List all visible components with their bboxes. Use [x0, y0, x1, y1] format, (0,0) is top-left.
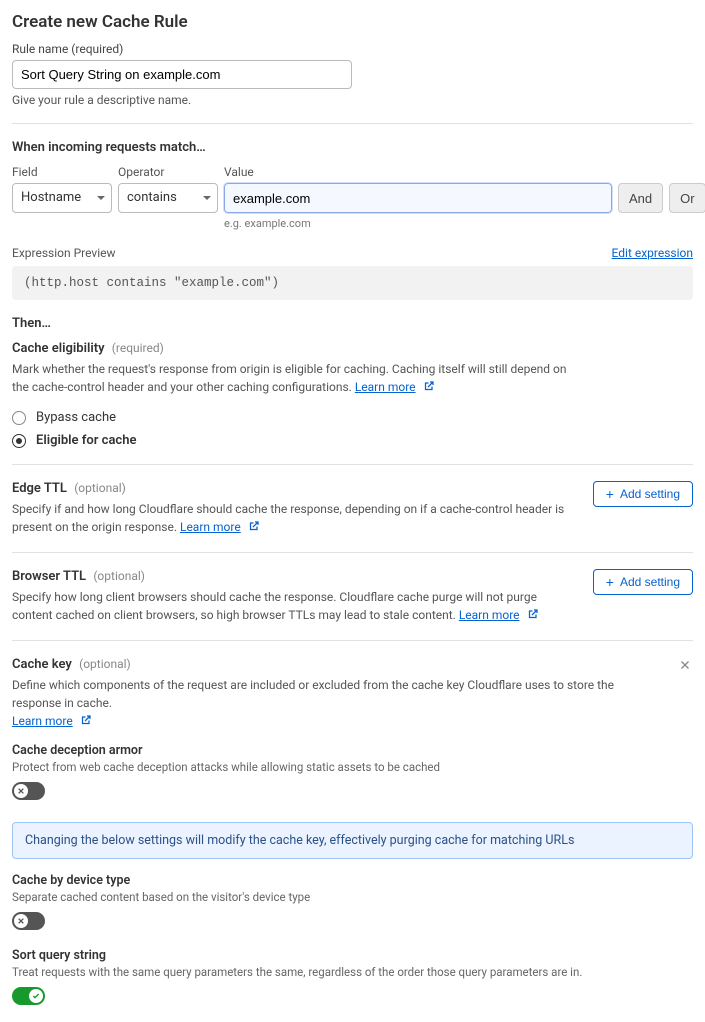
rule-name-label: Rule name (required): [12, 42, 693, 56]
edge-ttl-optional: (optional): [74, 481, 126, 495]
cache-key-desc: Define which components of the request a…: [12, 678, 614, 710]
value-input[interactable]: [224, 183, 612, 213]
operator-select-value: contains: [127, 190, 177, 205]
sort-query-string-title: Sort query string: [12, 948, 693, 963]
external-link-icon: [423, 379, 435, 391]
cache-by-device-title: Cache by device type: [12, 873, 693, 888]
cache-by-device-toggle[interactable]: [12, 912, 45, 930]
edge-ttl-learn-more-link[interactable]: Learn more: [180, 520, 241, 534]
rule-name-input[interactable]: [12, 60, 352, 89]
rule-name-helper: Give your rule a descriptive name.: [12, 93, 693, 107]
add-setting-label: Add setting: [620, 575, 680, 589]
field-select-value: Hostname: [21, 190, 81, 205]
cache-eligibility-learn-more-link[interactable]: Learn more: [355, 380, 416, 394]
bypass-cache-label: Bypass cache: [36, 410, 116, 425]
or-button[interactable]: Or: [669, 183, 705, 213]
browser-ttl-title: Browser TTL: [12, 569, 86, 584]
edge-ttl-desc: Specify if and how long Cloudflare shoul…: [12, 502, 564, 534]
cache-key-title: Cache key: [12, 657, 72, 672]
cache-key-optional: (optional): [79, 657, 131, 671]
cache-key-learn-more-link[interactable]: Learn more: [12, 714, 73, 728]
separator: [12, 464, 693, 465]
edit-expression-link[interactable]: Edit expression: [612, 246, 693, 260]
add-setting-label: Add setting: [620, 487, 680, 501]
expression-preview-label: Expression Preview: [12, 246, 116, 260]
toggle-knob: [29, 989, 43, 1003]
page-title: Create new Cache Rule: [12, 12, 693, 32]
toggle-knob: [14, 784, 28, 798]
browser-ttl-learn-more-link[interactable]: Learn more: [459, 608, 520, 622]
cache-by-device-desc: Separate cached content based on the vis…: [12, 890, 693, 904]
bypass-cache-radio[interactable]: [12, 411, 26, 425]
cache-key-warning-banner: Changing the below settings will modify …: [12, 822, 693, 859]
then-title: Then…: [12, 316, 693, 331]
operator-label: Operator: [118, 165, 218, 179]
cache-eligibility-title: Cache eligibility: [12, 341, 105, 356]
separator: [12, 123, 693, 124]
match-section-title: When incoming requests match…: [12, 140, 693, 155]
chevron-down-icon: [97, 196, 105, 200]
plus-icon: +: [606, 487, 614, 501]
close-icon[interactable]: [677, 657, 693, 677]
edge-ttl-title: Edge TTL: [12, 481, 67, 496]
cache-deception-armor-toggle[interactable]: [12, 782, 45, 800]
cache-deception-armor-title: Cache deception armor: [12, 743, 693, 758]
expression-code: (http.host contains "example.com"): [12, 266, 693, 300]
value-helper: e.g. example.com: [224, 217, 612, 230]
sort-query-string-desc: Treat requests with the same query param…: [12, 965, 693, 979]
value-label: Value: [224, 165, 612, 179]
external-link-icon: [248, 519, 260, 531]
external-link-icon: [80, 714, 92, 726]
chevron-down-icon: [203, 196, 211, 200]
cache-deception-armor-desc: Protect from web cache deception attacks…: [12, 760, 693, 774]
edge-ttl-add-button[interactable]: + Add setting: [593, 481, 693, 507]
browser-ttl-add-button[interactable]: + Add setting: [593, 569, 693, 595]
cache-eligibility-required: (required): [112, 341, 164, 355]
operator-select[interactable]: contains: [118, 183, 218, 213]
cache-eligibility-desc: Mark whether the request's response from…: [12, 362, 567, 394]
external-link-icon: [527, 607, 539, 619]
separator: [12, 552, 693, 553]
and-button[interactable]: And: [618, 183, 663, 213]
separator: [12, 640, 693, 641]
plus-icon: +: [606, 575, 614, 589]
eligible-cache-label: Eligible for cache: [36, 433, 136, 448]
field-label: Field: [12, 165, 112, 179]
eligible-cache-radio[interactable]: [12, 434, 26, 448]
field-select[interactable]: Hostname: [12, 183, 112, 213]
browser-ttl-optional: (optional): [93, 569, 145, 583]
sort-query-string-toggle[interactable]: [12, 987, 45, 1005]
toggle-knob: [14, 914, 28, 928]
